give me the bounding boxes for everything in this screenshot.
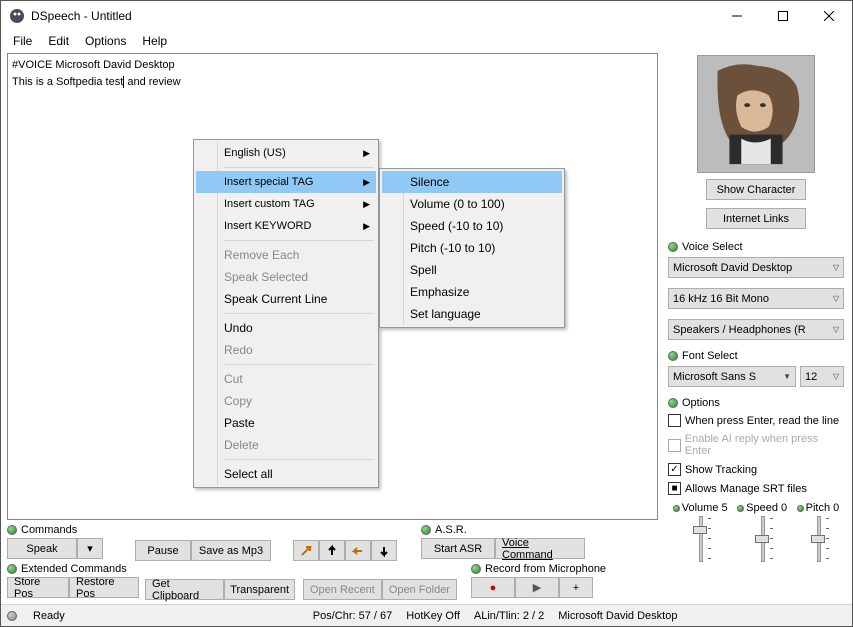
character-avatar (697, 55, 815, 173)
menubar: File Edit Options Help (1, 31, 852, 51)
checkbox-read-enter[interactable] (668, 414, 681, 427)
menu-file[interactable]: File (5, 32, 40, 50)
cm-select-all[interactable]: Select all (196, 463, 376, 485)
status-pos: Pos/Chr: 57 / 67 (313, 610, 393, 622)
internet-links-button[interactable]: Internet Links (706, 208, 806, 229)
menu-edit[interactable]: Edit (40, 32, 77, 50)
sm-pitch[interactable]: Pitch (-10 to 10) (382, 237, 562, 259)
open-folder-button[interactable]: Open Folder (382, 579, 457, 600)
editor-line: This is a Softpedia test and review (12, 74, 653, 91)
cm-insert-special-tag[interactable]: Insert special TAG▶ (196, 171, 376, 193)
bullet-icon (668, 398, 678, 408)
show-character-button[interactable]: Show Character (706, 179, 806, 200)
extended-commands-label: Extended Commands (21, 563, 127, 575)
cm-remove-each: Remove Each (196, 244, 376, 266)
arrow-up-left-button[interactable] (293, 540, 319, 561)
titlebar: DSpeech - Untitled (1, 1, 852, 31)
speak-dropdown-button[interactable]: ▾ (77, 538, 103, 559)
arrow-left-button[interactable] (345, 540, 371, 561)
output-select[interactable]: Speakers / Headphones (R▽ (668, 319, 844, 340)
sm-volume[interactable]: Volume (0 to 100) (382, 193, 562, 215)
bullet-icon (7, 564, 17, 574)
speed-label: Speed 0 (746, 502, 787, 514)
asr-label: A.S.R. (435, 524, 467, 536)
cm-speak-selected: Speak Selected (196, 266, 376, 288)
format-select[interactable]: 16 kHz 16 Bit Mono▽ (668, 288, 844, 309)
sm-silence[interactable]: Silence (382, 171, 562, 193)
menu-help[interactable]: Help (134, 32, 175, 50)
cm-cut: Cut (196, 368, 376, 390)
pitch-label: Pitch 0 (806, 502, 840, 514)
record-label: Record from Microphone (485, 563, 606, 575)
store-pos-button[interactable]: Store Pos (7, 577, 69, 598)
bullet-icon (421, 525, 431, 535)
cm-redo: Redo (196, 339, 376, 361)
pitch-slider[interactable] (811, 516, 825, 562)
sm-spell[interactable]: Spell (382, 259, 562, 281)
restore-pos-button[interactable]: Restore Pos (69, 577, 139, 598)
cm-paste[interactable]: Paste (196, 412, 376, 434)
close-button[interactable] (806, 1, 852, 31)
checkbox-srt[interactable]: ■ (668, 482, 681, 495)
get-clipboard-button[interactable]: Get Clipboard (145, 579, 224, 600)
context-menu: English (US)▶ Insert special TAG▶ Insert… (193, 139, 379, 488)
arrow-down-button[interactable] (371, 540, 397, 561)
open-recent-button[interactable]: Open Recent (303, 579, 382, 600)
cm-undo[interactable]: Undo (196, 317, 376, 339)
app-icon (9, 8, 25, 24)
bullet-icon (668, 242, 678, 252)
bullet-icon (797, 505, 804, 512)
cm-speak-current-line[interactable]: Speak Current Line (196, 288, 376, 310)
bullet-icon (673, 505, 680, 512)
save-mp3-button[interactable]: Save as Mp3 (191, 540, 271, 561)
menu-options[interactable]: Options (77, 32, 134, 50)
cm-english[interactable]: English (US)▶ (196, 142, 376, 164)
status-alin: ALin/Tlin: 2 / 2 (474, 610, 544, 622)
start-asr-button[interactable]: Start ASR (421, 538, 495, 559)
bullet-icon (7, 525, 17, 535)
sm-speed[interactable]: Speed (-10 to 10) (382, 215, 562, 237)
status-voice: Microsoft David Desktop (558, 610, 677, 622)
voice-select-label: Voice Select (682, 241, 743, 253)
maximize-button[interactable] (760, 1, 806, 31)
minimize-button[interactable] (714, 1, 760, 31)
voice-command-button[interactable]: Voice Command (495, 538, 585, 559)
sm-emphasize[interactable]: Emphasize (382, 281, 562, 303)
bullet-icon (471, 564, 481, 574)
speak-button[interactable]: Speak (7, 538, 77, 559)
bullet-icon (737, 505, 744, 512)
font-select-label: Font Select (682, 350, 738, 362)
arrow-up-button[interactable] (319, 540, 345, 561)
cm-insert-keyword[interactable]: Insert KEYWORD▶ (196, 215, 376, 237)
font-size-select[interactable]: 12▽ (800, 366, 844, 387)
sm-set-language[interactable]: Set language (382, 303, 562, 325)
status-hotkey: HotKey Off (406, 610, 460, 622)
context-submenu: Silence Volume (0 to 100) Speed (-10 to … (379, 168, 565, 328)
voice-select[interactable]: Microsoft David Desktop▽ (668, 257, 844, 278)
commands-label: Commands (21, 524, 77, 536)
options-label: Options (682, 397, 720, 409)
statusbar: Ready Pos/Chr: 57 / 67 HotKey Off ALin/T… (1, 604, 852, 626)
bullet-icon (668, 351, 678, 361)
add-recording-button[interactable]: + (559, 577, 593, 598)
speed-slider[interactable] (755, 516, 769, 562)
editor-line: #VOICE Microsoft David Desktop (12, 57, 653, 74)
status-icon (7, 611, 17, 621)
record-button[interactable]: ● (471, 577, 515, 598)
cm-copy: Copy (196, 390, 376, 412)
cm-insert-custom-tag[interactable]: Insert custom TAG▶ (196, 193, 376, 215)
checkbox-ai-reply (668, 439, 681, 452)
cm-delete: Delete (196, 434, 376, 456)
transparent-button[interactable]: Transparent (224, 579, 295, 600)
window-title: DSpeech - Untitled (31, 9, 714, 23)
volume-label: Volume 5 (682, 502, 728, 514)
status-ready: Ready (33, 610, 65, 622)
checkbox-show-tracking[interactable]: ✓ (668, 463, 681, 476)
play-button[interactable]: ▶ (515, 577, 559, 598)
font-select[interactable]: Microsoft Sans S▼ (668, 366, 796, 387)
pause-button[interactable]: Pause (135, 540, 191, 561)
volume-slider[interactable] (693, 516, 707, 562)
